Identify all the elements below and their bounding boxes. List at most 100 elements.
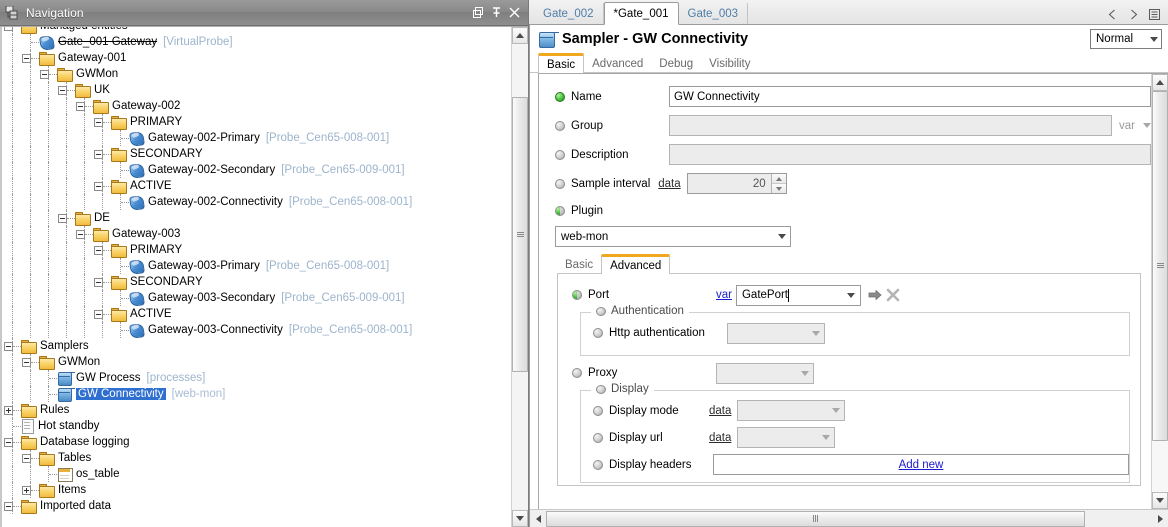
hscroll-track[interactable] [546, 510, 1152, 527]
form-scroll-down-icon[interactable] [1152, 492, 1168, 509]
tree-item[interactable]: UK [2, 82, 511, 98]
tree-item[interactable]: Samplers [2, 338, 511, 354]
tree-item[interactable]: Items [2, 482, 511, 498]
collapse-icon[interactable] [40, 69, 49, 79]
hscroll-right-icon[interactable] [1152, 511, 1168, 527]
tree-item[interactable]: GWMon [2, 66, 511, 82]
group-input[interactable] [669, 115, 1113, 136]
pin-icon[interactable] [490, 6, 503, 19]
http-authentication-select[interactable] [727, 322, 825, 344]
display-url-data-link[interactable]: data [709, 432, 731, 444]
next-icon[interactable] [1128, 9, 1139, 20]
tree-item[interactable]: Gateway-003-Secondary [Probe_Cen65-009-00… [2, 290, 511, 306]
tree-item[interactable]: Gateway-001 [2, 50, 511, 66]
proxy-select[interactable] [716, 362, 814, 384]
collapse-icon[interactable] [4, 341, 13, 351]
collapse-icon[interactable] [94, 149, 103, 159]
plugin-select[interactable]: web-mon [555, 226, 791, 247]
tree-item[interactable]: Gate_001 Gateway [VirtualProbe] [2, 34, 511, 50]
tree-item[interactable]: Imported data [2, 498, 511, 514]
hscroll-thumb[interactable] [546, 510, 1086, 527]
plugin-tab-basic[interactable]: Basic [557, 256, 601, 274]
severity-select[interactable]: Normal [1090, 29, 1162, 49]
document-tab[interactable]: *Gate_001 [603, 2, 679, 25]
tree-item[interactable]: GW Connectivity [web-mon] [2, 386, 511, 402]
clear-x-icon[interactable] [886, 288, 900, 302]
display-mode-select[interactable] [737, 400, 846, 421]
collapse-icon[interactable] [76, 229, 85, 239]
name-input[interactable]: GW Connectivity [669, 86, 1151, 107]
tree-item[interactable]: PRIMARY [2, 114, 511, 130]
tree-item[interactable]: os_table [2, 466, 511, 482]
sample-interval-data-link[interactable]: data [658, 178, 680, 190]
collapse-icon[interactable] [58, 213, 67, 223]
form-horizontal-scrollbar[interactable] [530, 509, 1168, 527]
prev-icon[interactable] [1107, 9, 1118, 20]
tree-item[interactable]: Rules [2, 402, 511, 418]
collapse-icon[interactable] [58, 85, 67, 95]
sample-interval-stepper[interactable]: 20 [686, 173, 787, 194]
document-tab[interactable]: Gate_003 [679, 3, 749, 24]
collapse-icon[interactable] [94, 277, 103, 287]
tree-item[interactable]: Gateway-003-Primary [Probe_Cen65-008-001] [2, 258, 511, 274]
collapse-icon[interactable] [94, 117, 103, 127]
collapse-icon[interactable] [94, 309, 103, 319]
expand-icon[interactable] [4, 405, 13, 415]
collapse-icon[interactable] [22, 453, 31, 463]
tree-item[interactable]: Gateway-002 [2, 98, 511, 114]
tree-item[interactable]: ACTIVE [2, 306, 511, 322]
scrollbar-thumb[interactable] [512, 97, 528, 372]
display-url-select[interactable] [737, 427, 836, 448]
collapse-icon[interactable] [76, 101, 85, 111]
tree-item[interactable]: GWMon [2, 354, 511, 370]
tree-item[interactable]: Gateway-002-Secondary [Probe_Cen65-009-00… [2, 162, 511, 178]
stepper-decrement-icon[interactable] [771, 184, 786, 193]
plugin-tab-advanced[interactable]: Advanced [601, 254, 671, 274]
expand-icon[interactable] [22, 485, 31, 495]
tree-item[interactable]: Tables [2, 450, 511, 466]
collapse-icon[interactable] [4, 437, 13, 447]
tree-item[interactable]: Database logging [2, 434, 511, 450]
add-new-link[interactable]: Add new [899, 459, 944, 471]
collapse-icon[interactable] [94, 181, 103, 191]
scroll-up-icon[interactable] [512, 27, 528, 44]
collapse-icon[interactable] [22, 53, 31, 63]
display-mode-data-link[interactable]: data [709, 405, 731, 417]
list-icon[interactable] [1149, 9, 1160, 20]
navigation-vertical-scrollbar[interactable] [511, 27, 528, 527]
collapse-icon[interactable] [4, 501, 13, 511]
tree-item[interactable]: ACTIVE [2, 178, 511, 194]
port-select[interactable]: GatePort [735, 284, 861, 306]
document-tab[interactable]: Gate_002 [534, 3, 604, 24]
stepper-increment-icon[interactable] [771, 174, 786, 184]
scroll-down-icon[interactable] [512, 510, 528, 527]
apply-arrow-icon[interactable] [868, 288, 882, 302]
restore-icon[interactable] [472, 6, 485, 19]
form-scroll-up-icon[interactable] [1152, 74, 1168, 91]
tab-debug[interactable]: Debug [651, 55, 701, 73]
tree-item[interactable]: Gateway-003-Connectivity [Probe_Cen65-008… [2, 322, 511, 338]
form-vertical-scrollbar[interactable] [1151, 74, 1168, 509]
description-input[interactable] [669, 144, 1151, 165]
tree-item[interactable]: Managed entities [2, 27, 511, 34]
tree-item[interactable]: DE [2, 210, 511, 226]
tree-item[interactable]: SECONDARY [2, 274, 511, 290]
tree-item[interactable]: Hot standby [2, 418, 511, 434]
tab-visibility[interactable]: Visibility [701, 55, 758, 73]
tree-item[interactable]: Gateway-002-Primary [Probe_Cen65-008-001] [2, 130, 511, 146]
form-scrollbar-thumb[interactable] [1152, 91, 1168, 441]
close-icon[interactable] [508, 6, 521, 19]
collapse-icon[interactable] [22, 357, 31, 367]
tab-advanced[interactable]: Advanced [584, 55, 651, 73]
tree-item[interactable]: Gateway-002-Connectivity [Probe_Cen65-008… [2, 194, 511, 210]
tree-item[interactable]: PRIMARY [2, 242, 511, 258]
collapse-icon[interactable] [4, 27, 13, 31]
group-var-chevron-icon[interactable] [1143, 123, 1151, 128]
tree-item[interactable]: GW Process [processes] [2, 370, 511, 386]
tab-basic[interactable]: Basic [538, 53, 585, 73]
tree-item[interactable]: SECONDARY [2, 146, 511, 162]
collapse-icon[interactable] [94, 245, 103, 255]
port-var-link[interactable]: var [716, 289, 732, 301]
tree-item[interactable]: Gateway-003 [2, 226, 511, 242]
hscroll-left-icon[interactable] [530, 511, 546, 527]
